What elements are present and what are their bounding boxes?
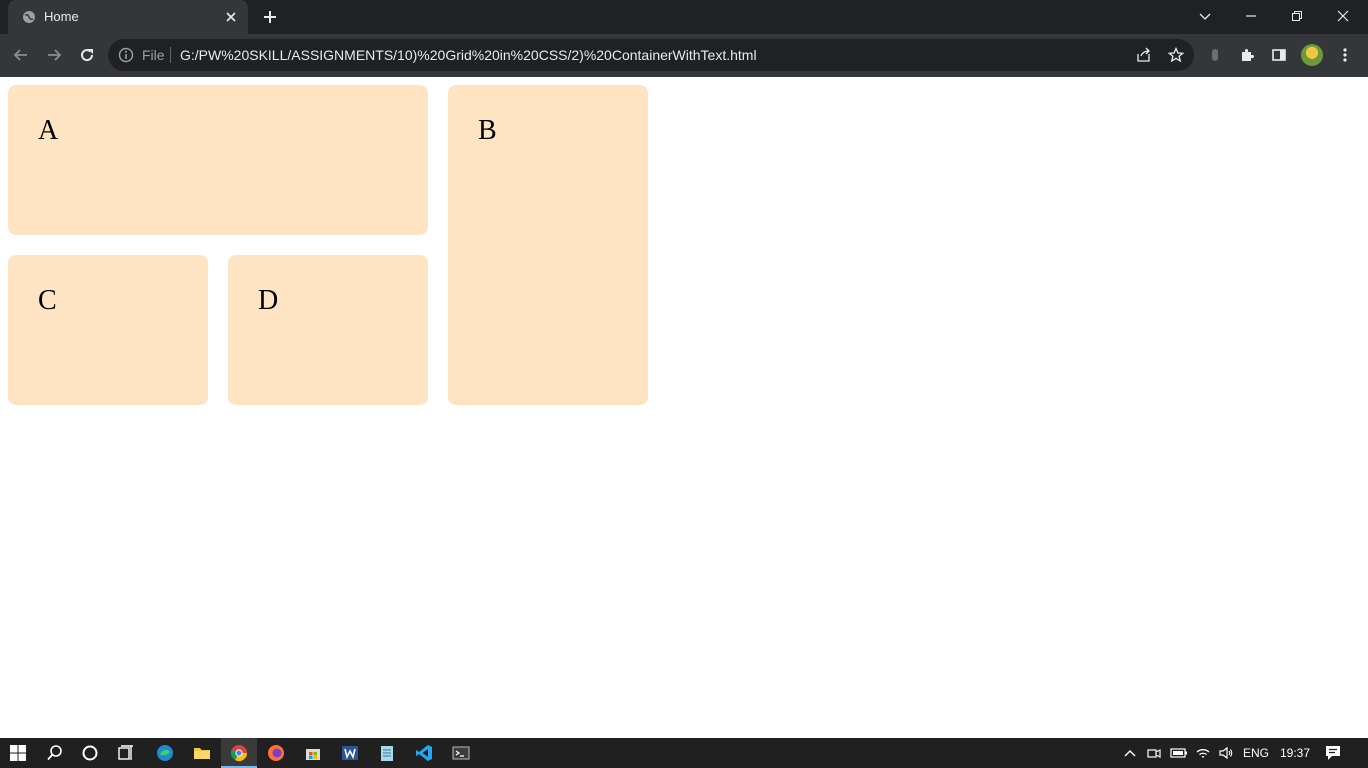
- search-icon[interactable]: [44, 742, 66, 764]
- page-viewport: A B C D: [0, 77, 1368, 738]
- forward-icon[interactable]: [43, 44, 65, 66]
- extension-icon[interactable]: [1206, 46, 1224, 64]
- task-view-icon[interactable]: [115, 742, 137, 764]
- grid-item-a-label: A: [38, 115, 59, 146]
- file-explorer-icon[interactable]: [191, 742, 213, 764]
- tab-title: Home: [44, 9, 79, 24]
- url-separator: [170, 47, 171, 63]
- bookmark-star-icon[interactable]: [1168, 47, 1184, 63]
- firefox-icon[interactable]: [265, 742, 287, 764]
- profile-avatar[interactable]: [1301, 44, 1323, 66]
- tray-chevron-up-icon[interactable]: [1119, 742, 1141, 764]
- address-bar[interactable]: File G:/PW%20SKILL/ASSIGNMENTS/10)%20Gri…: [108, 39, 1194, 71]
- tab-strip: Home: [0, 0, 1368, 34]
- tab-search-icon[interactable]: [1182, 0, 1228, 32]
- cortana-icon[interactable]: [79, 742, 101, 764]
- grid-item-c-label: C: [38, 285, 57, 316]
- back-icon[interactable]: [10, 44, 32, 66]
- store-icon[interactable]: [302, 742, 324, 764]
- volume-icon[interactable]: [1215, 742, 1237, 764]
- side-panel-icon[interactable]: [1270, 46, 1288, 64]
- edge-icon[interactable]: [154, 742, 176, 764]
- grid-item-a: A: [8, 85, 428, 235]
- minimize-icon[interactable]: [1228, 0, 1274, 32]
- vscode-icon[interactable]: [413, 742, 435, 764]
- browser-chrome: Home File G:/PW%20SKILL/ASSIGNMENTS/10)%…: [0, 0, 1368, 77]
- meet-now-icon[interactable]: [1143, 742, 1165, 764]
- share-icon[interactable]: [1136, 47, 1152, 63]
- grid-item-b: B: [448, 85, 648, 405]
- globe-icon: [22, 10, 36, 24]
- grid-item-d-label: D: [258, 285, 279, 316]
- site-info-icon[interactable]: [118, 47, 134, 63]
- grid-item-d: D: [228, 255, 428, 405]
- wifi-icon[interactable]: [1192, 742, 1214, 764]
- battery-icon[interactable]: [1168, 742, 1190, 764]
- notifications-icon[interactable]: [1322, 742, 1344, 764]
- clock-time[interactable]: 19:37: [1280, 746, 1310, 760]
- restore-icon[interactable]: [1274, 0, 1320, 32]
- url-scheme-label: File: [142, 47, 165, 63]
- reload-icon[interactable]: [76, 44, 98, 66]
- terminal-icon[interactable]: [450, 742, 472, 764]
- extensions-puzzle-icon[interactable]: [1238, 46, 1256, 64]
- word-icon[interactable]: [339, 742, 361, 764]
- language-indicator[interactable]: ENG: [1243, 746, 1269, 760]
- url-text[interactable]: G:/PW%20SKILL/ASSIGNMENTS/10)%20Grid%20i…: [180, 47, 757, 63]
- menu-kebab-icon[interactable]: [1336, 46, 1354, 64]
- notepad-icon[interactable]: [376, 742, 398, 764]
- new-tab-icon[interactable]: [262, 9, 278, 25]
- close-tab-icon[interactable]: [224, 10, 238, 24]
- grid-item-b-label: B: [478, 115, 497, 146]
- grid-item-c: C: [8, 255, 208, 405]
- chrome-icon[interactable]: [228, 742, 250, 764]
- toolbar: File G:/PW%20SKILL/ASSIGNMENTS/10)%20Gri…: [0, 34, 1368, 77]
- tab-home[interactable]: Home: [8, 0, 248, 34]
- windows-start-icon[interactable]: [7, 742, 29, 764]
- taskbar: ENG 19:37: [0, 738, 1368, 768]
- close-window-icon[interactable]: [1320, 0, 1366, 32]
